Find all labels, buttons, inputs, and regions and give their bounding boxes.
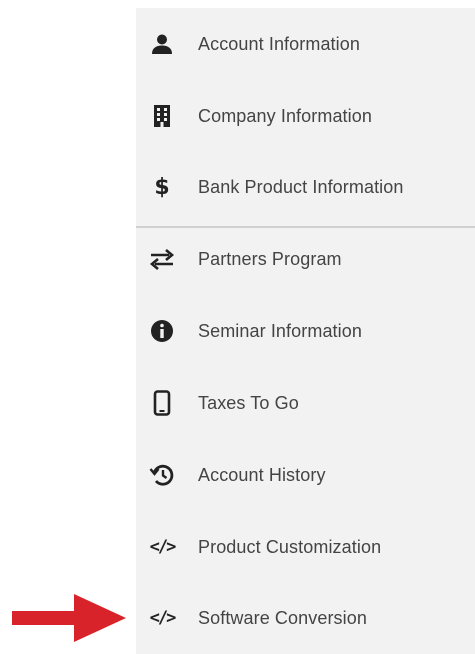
dollar-glyph: $ xyxy=(154,174,170,200)
menu-item-label: Account Information xyxy=(198,33,360,54)
screenshot-stage: Account Information Company Information xyxy=(0,0,475,654)
menu-item-label: Taxes To Go xyxy=(198,392,299,413)
menu-item-software-conversion[interactable]: </> Software Conversion xyxy=(136,596,475,640)
menu-item-label: Seminar Information xyxy=(198,320,362,341)
dollar-icon: $ xyxy=(148,173,176,201)
building-icon xyxy=(148,102,176,130)
menu-item-taxes-to-go[interactable]: Taxes To Go xyxy=(136,381,475,425)
code-glyph: </> xyxy=(149,537,177,557)
menu-item-seminar-information[interactable]: Seminar Information xyxy=(136,309,475,353)
code-glyph: </> xyxy=(149,608,177,628)
phone-icon xyxy=(148,389,176,417)
menu-item-label: Account History xyxy=(198,464,326,485)
menu-item-label: Company Information xyxy=(198,105,372,126)
menu-item-account-history[interactable]: Account History xyxy=(136,453,475,497)
menu-item-label: Product Customization xyxy=(198,536,382,557)
menu-item-label: Bank Product Information xyxy=(198,176,404,197)
code-icon: </> xyxy=(148,533,177,561)
menu-item-label: Partners Program xyxy=(198,248,342,269)
menu-item-partners-program[interactable]: Partners Program xyxy=(136,237,475,281)
history-icon xyxy=(148,461,176,489)
code-icon: </> xyxy=(148,604,177,632)
person-icon xyxy=(148,30,176,58)
menu-divider xyxy=(136,226,475,228)
menu-item-product-customization[interactable]: </> Product Customization xyxy=(136,525,475,569)
info-icon xyxy=(148,317,176,345)
swap-arrows-icon xyxy=(148,245,176,273)
menu-item-label: Software Conversion xyxy=(198,607,367,628)
menu-item-bank-product-information[interactable]: $ Bank Product Information xyxy=(136,165,475,209)
user-menu-panel: Account Information Company Information xyxy=(136,8,475,654)
pointer-arrow-icon xyxy=(12,594,126,642)
menu-item-company-information[interactable]: Company Information xyxy=(136,94,475,138)
menu-item-account-information[interactable]: Account Information xyxy=(136,22,475,66)
